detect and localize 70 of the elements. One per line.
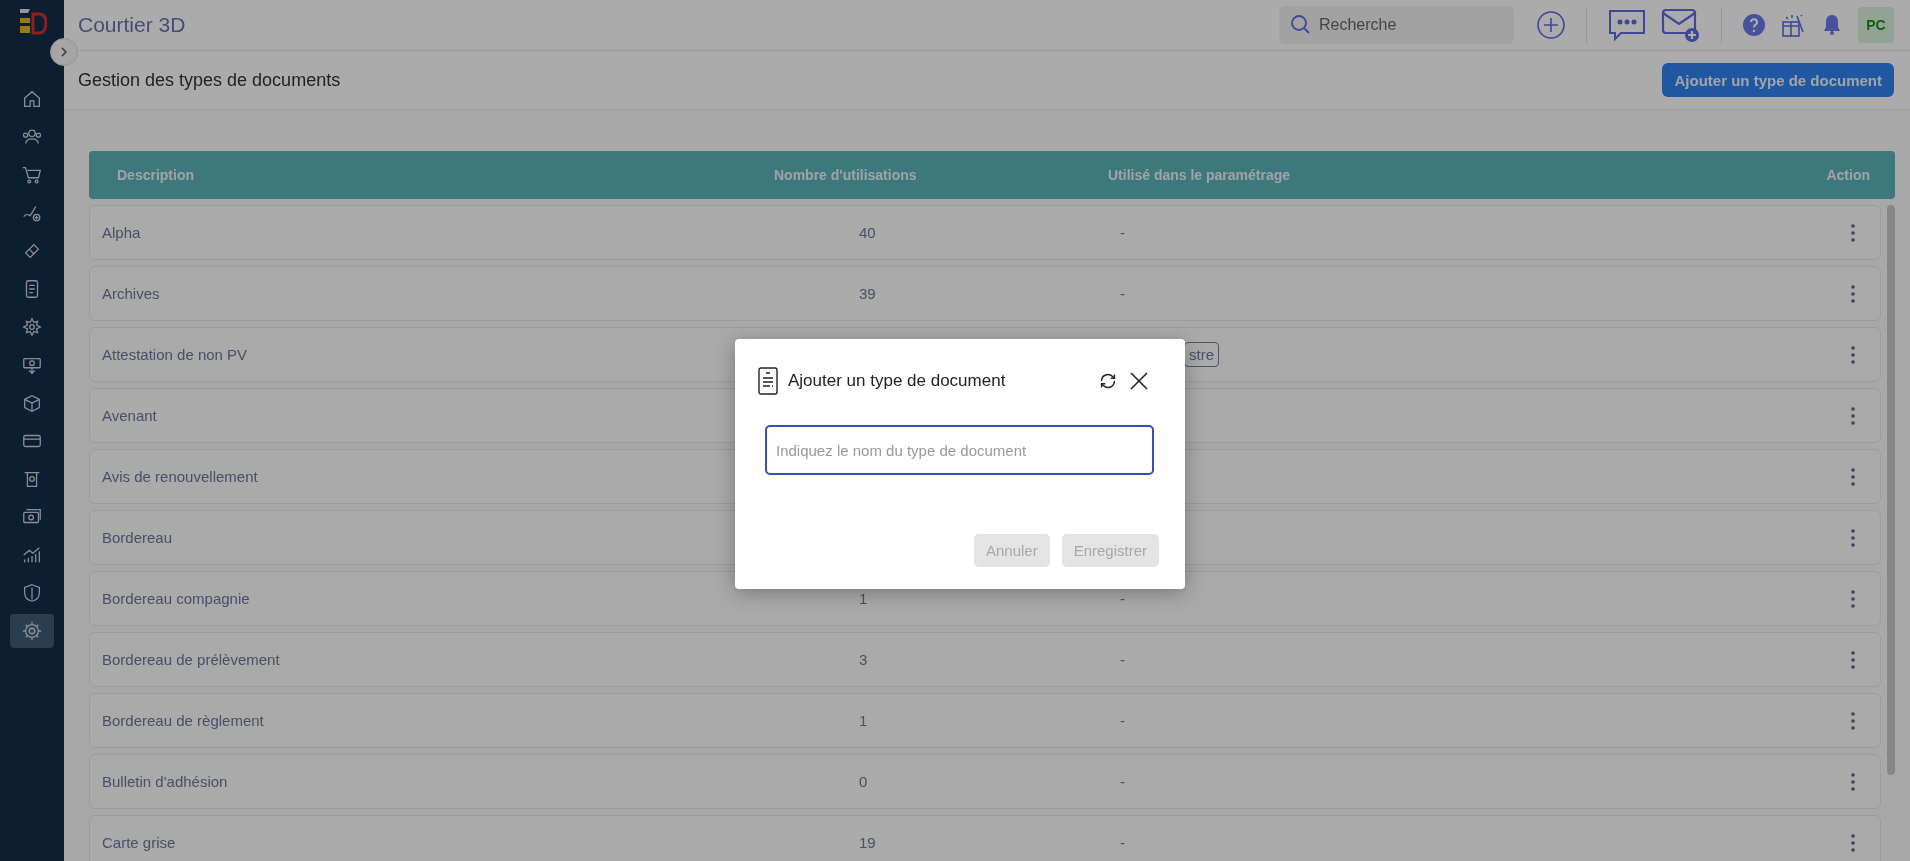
table-cell: -	[1120, 773, 1125, 790]
logo-icon	[17, 6, 47, 36]
more-icon[interactable]	[1850, 405, 1856, 426]
more-icon[interactable]	[1850, 710, 1856, 731]
add-document-type-button[interactable]: Ajouter un type de document	[1662, 63, 1894, 97]
more-icon[interactable]	[1850, 832, 1856, 853]
more-icon[interactable]	[1850, 283, 1856, 304]
table-cell: 39	[859, 285, 876, 302]
help-icon[interactable]	[1742, 13, 1766, 37]
settings-icon	[21, 620, 43, 642]
app-title: Courtier 3D	[78, 13, 186, 37]
table-cell-text: Carte grise	[102, 834, 177, 851]
column-header: Utilisé dans le paramétrage	[1108, 167, 1292, 183]
table-cell: -	[1120, 651, 1125, 668]
table-cell: -	[1120, 224, 1125, 241]
column-header: Nombre d'utilisations	[774, 167, 918, 183]
table-row[interactable]: Bordereau de règlement 1 -	[89, 693, 1881, 748]
table-cell: 1	[859, 590, 868, 607]
search-field[interactable]: Recherche	[1279, 6, 1514, 44]
more-icon[interactable]	[1850, 527, 1856, 548]
page-title: Gestion des types de documents	[78, 69, 341, 91]
table-cell: 19	[859, 834, 876, 851]
cart-icon	[21, 164, 43, 186]
more-icon[interactable]	[1850, 588, 1856, 609]
table-cell-text: Attestation de non PV	[102, 346, 249, 363]
table-row[interactable]: Archives 39 -	[89, 266, 1881, 321]
table-cell: 3	[859, 651, 868, 668]
table-cell: -	[1120, 712, 1125, 729]
more-icon[interactable]	[1850, 466, 1856, 487]
sidebar-item[interactable]	[10, 614, 54, 648]
table-row[interactable]: Bulletin d'adhésion 0 -	[89, 754, 1881, 809]
mail-plus-icon[interactable]	[1661, 7, 1701, 43]
user-avatar[interactable]: PC	[1858, 7, 1894, 43]
table-cell: -	[1120, 590, 1125, 607]
column-header: Action	[1825, 167, 1870, 183]
more-icon[interactable]	[1850, 649, 1856, 670]
column-header: Description	[117, 167, 195, 183]
table-cell: 1	[859, 712, 868, 729]
more-icon[interactable]	[1850, 222, 1856, 243]
more-icon[interactable]	[1850, 771, 1856, 792]
table-cell-text: Avis de renouvellement	[102, 468, 259, 485]
table-cell: -	[1120, 834, 1125, 851]
chat-icon[interactable]	[1607, 8, 1647, 42]
table-row[interactable]: Bordereau compagnie 1 -	[89, 571, 1881, 626]
table-row[interactable]: Alpha 40 -	[89, 205, 1881, 260]
table-cell: -	[1120, 285, 1125, 302]
table-cell-text: Archives	[102, 285, 161, 302]
table-cell-text: Bordereau compagnie	[102, 590, 251, 607]
box-icon	[21, 392, 43, 414]
more-icon[interactable]	[1850, 344, 1856, 365]
table-row[interactable]: Bordereau de prélèvement 3 -	[89, 632, 1881, 687]
table-cell-text: Alpha	[102, 224, 142, 241]
add-icon[interactable]	[1536, 10, 1566, 40]
input-field[interactable]: Indiquez le nom du type de document	[765, 425, 1154, 475]
table-cell-text: Bordereau de prélèvement	[102, 651, 281, 668]
gift-icon[interactable]	[1780, 12, 1806, 38]
table-cell: 40	[859, 224, 876, 241]
scrollbar[interactable]	[1887, 205, 1895, 775]
table-row[interactable]: Carte grise 19 -	[89, 815, 1881, 861]
shield-icon	[21, 582, 43, 604]
table-cell-text: Bordereau de règlement	[102, 712, 265, 729]
table-cell-text: Bulletin d'adhésion	[102, 773, 229, 790]
home-icon	[21, 88, 43, 110]
table-cell-text: Bordereau	[102, 529, 174, 546]
table-cell-text: Avenant	[102, 407, 158, 424]
star-gear-icon	[21, 316, 43, 338]
table-cell: 0	[859, 773, 868, 790]
dialog-title: Ajouter un type de document	[788, 371, 1007, 391]
close-icon[interactable]	[1129, 371, 1149, 391]
document-icon	[758, 367, 778, 395]
